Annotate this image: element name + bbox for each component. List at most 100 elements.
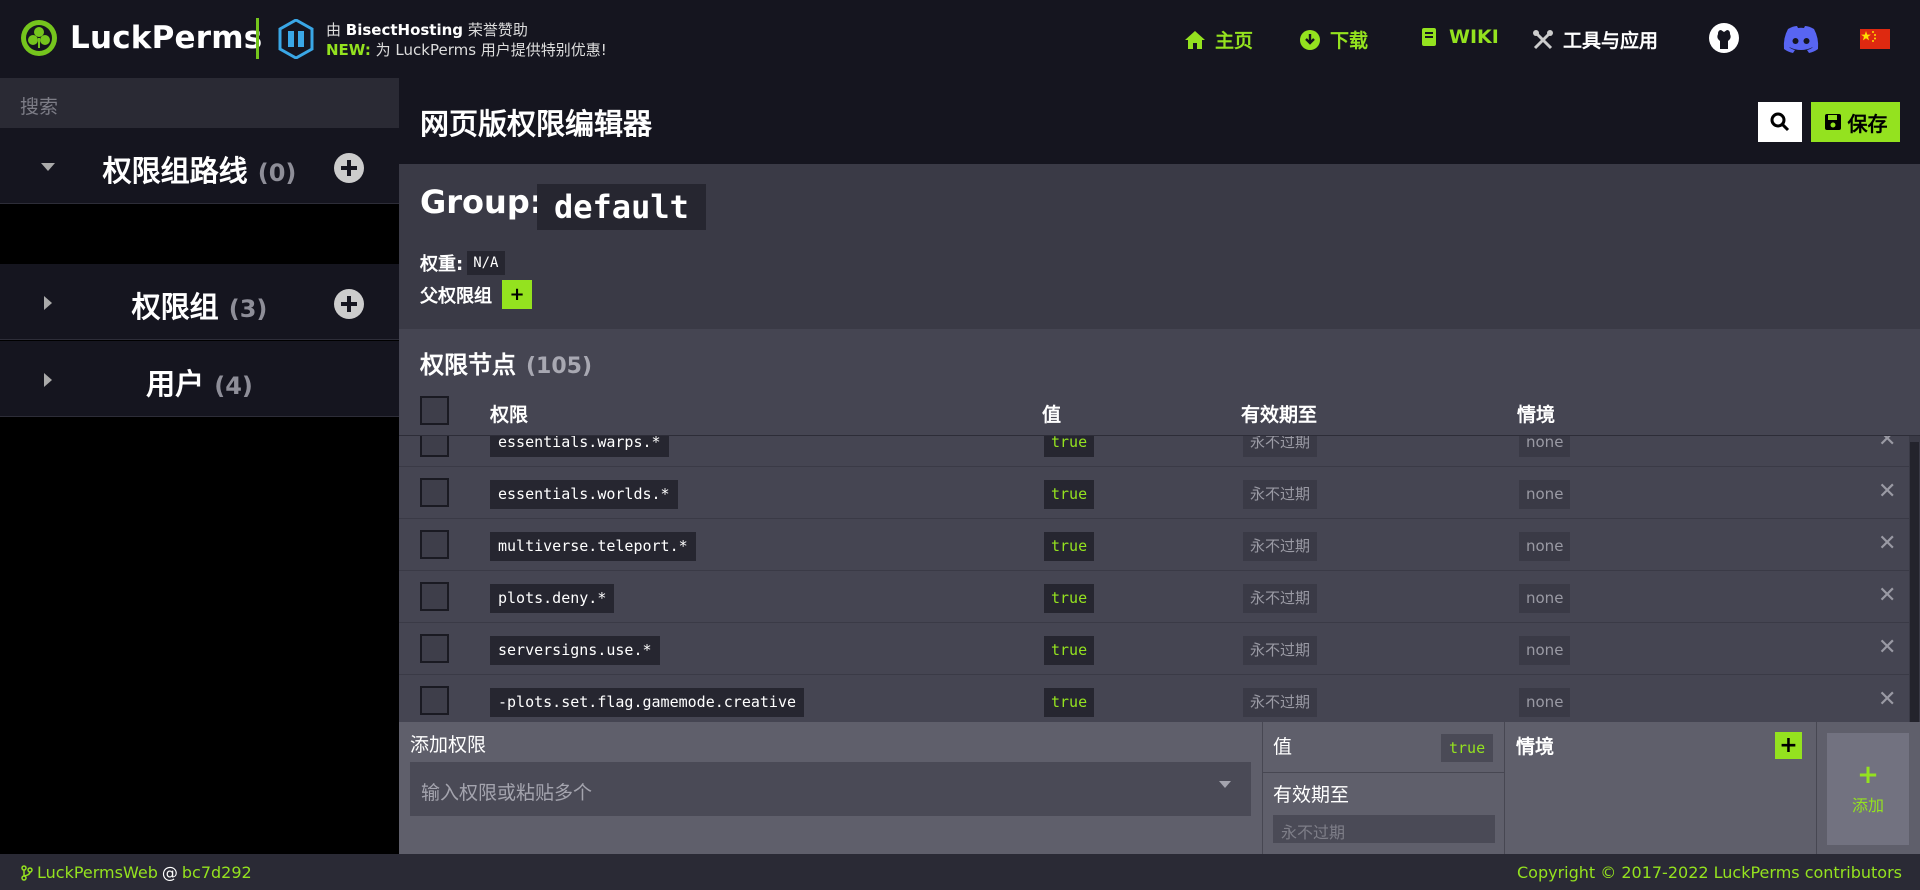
add-circle-icon[interactable] (333, 288, 365, 320)
footer-app-link[interactable]: LuckPermsWeb (37, 863, 158, 882)
delete-icon[interactable]: ✕ (1878, 635, 1896, 660)
expiry-cell[interactable]: 永不过期 (1243, 532, 1318, 561)
permission-cell[interactable]: plots.deny.* (490, 584, 615, 613)
table-row[interactable]: -plots.set.flag.gamemode.creative true 永… (399, 675, 1920, 722)
tools-icon (1533, 29, 1553, 49)
chevron-down-icon[interactable] (1217, 778, 1233, 790)
scrollbar-thumb[interactable] (1910, 442, 1919, 722)
sidebar-section-groups[interactable]: 权限组 (3) (0, 264, 399, 340)
brand-name[interactable]: LuckPerms (70, 20, 262, 56)
parents-row: 父权限组 + (420, 280, 532, 309)
context-cell[interactable]: none (1519, 532, 1571, 561)
github-icon[interactable] (1708, 22, 1740, 54)
expiry-input[interactable]: 永不过期 (1273, 815, 1495, 843)
expiry-cell[interactable]: 永不过期 (1243, 436, 1318, 457)
permission-cell[interactable]: -plots.set.flag.gamemode.creative (490, 688, 805, 717)
value-cell[interactable]: true (1044, 480, 1095, 509)
table-row[interactable]: essentials.worlds.* true 永不过期 none ✕ (399, 467, 1920, 519)
row-checkbox[interactable] (420, 634, 449, 663)
column-context[interactable]: 情境 (1517, 400, 1555, 427)
group-name: default (537, 184, 706, 230)
china-flag-icon[interactable] (1860, 29, 1890, 49)
floppy-disk-icon (1824, 114, 1841, 130)
add-circle-icon[interactable] (333, 152, 365, 184)
value-label: 值 (1273, 736, 1293, 758)
discord-icon[interactable] (1783, 25, 1819, 53)
git-branch-icon (21, 864, 33, 881)
add-permission-bar: 添加权限 输入权限或粘贴多个 值 true 有效期至 永不过期 情境 + + 添… (399, 722, 1920, 854)
expiry-label: 有效期至 (1273, 784, 1350, 806)
divider (1816, 722, 1817, 854)
column-expiry[interactable]: 有效期至 (1241, 400, 1317, 427)
weight-value[interactable]: N/A (467, 251, 505, 275)
editor-main: 网页版权限编辑器 保存 Group: default 权重: N/A 父权限组 … (399, 78, 1920, 854)
delete-icon[interactable]: ✕ (1878, 687, 1896, 712)
value-cell[interactable]: true (1044, 436, 1095, 457)
add-context-button[interactable]: + (1775, 732, 1802, 759)
nav-tools-link[interactable]: 工具与应用 (1532, 26, 1658, 53)
column-value[interactable]: 值 (1042, 400, 1061, 427)
permission-cell[interactable]: serversigns.use.* (490, 636, 660, 665)
sidebar-section-users[interactable]: 用户 (4) (0, 341, 399, 417)
footer: LuckPermsWeb @ bc7d292 Copyright © 2017-… (0, 854, 1920, 890)
expiry-cell[interactable]: 永不过期 (1243, 636, 1318, 665)
row-checkbox[interactable] (420, 686, 449, 715)
home-icon (1185, 30, 1205, 49)
sponsor-offer[interactable]: NEW: 为 LuckPerms 用户提供特别优惠! (326, 39, 607, 60)
table-row[interactable]: essentials.warps.* true 永不过期 none ✕ (399, 436, 1920, 467)
value-expiry-panel: 值 true 有效期至 永不过期 (1262, 722, 1505, 854)
permission-cell[interactable]: essentials.warps.* (490, 436, 669, 457)
value-toggle[interactable]: true (1441, 734, 1494, 762)
context-cell[interactable]: none (1519, 480, 1571, 509)
sponsor-name: BisectHosting (345, 21, 464, 39)
bisecthosting-logo-icon[interactable] (278, 19, 314, 59)
search-button[interactable] (1758, 102, 1802, 142)
sidebar-section-tracks[interactable]: 权限组路线 (0) (0, 128, 399, 204)
luckperms-logo-icon[interactable] (20, 19, 58, 57)
context-cell[interactable]: none (1519, 688, 1571, 717)
top-navbar: LuckPerms 由 BisectHosting 荣誉赞助 NEW: 为 Lu… (0, 0, 1920, 78)
delete-icon[interactable]: ✕ (1878, 479, 1896, 504)
nav-wiki-link[interactable]: WIKI (1418, 26, 1499, 48)
select-all-checkbox[interactable] (420, 396, 449, 425)
expiry-cell[interactable]: 永不过期 (1243, 688, 1318, 717)
add-parent-button[interactable]: + (502, 280, 532, 309)
delete-icon[interactable]: ✕ (1878, 436, 1896, 452)
sidebar-search-input[interactable]: 搜索 (0, 78, 399, 128)
delete-icon[interactable]: ✕ (1878, 583, 1896, 608)
expiry-cell[interactable]: 永不过期 (1243, 584, 1318, 613)
value-cell[interactable]: true (1044, 532, 1095, 561)
table-row[interactable]: plots.deny.* true 永不过期 none ✕ (399, 571, 1920, 623)
table-row[interactable]: serversigns.use.* true 永不过期 none ✕ (399, 623, 1920, 675)
delete-icon[interactable]: ✕ (1878, 531, 1896, 556)
permission-cell[interactable]: essentials.worlds.* (490, 480, 678, 509)
row-checkbox[interactable] (420, 478, 449, 507)
permission-input[interactable]: 输入权限或粘贴多个 (410, 762, 1251, 816)
row-checkbox[interactable] (420, 530, 449, 559)
value-cell[interactable]: true (1044, 636, 1095, 665)
context-cell[interactable]: none (1519, 436, 1571, 457)
search-icon (1770, 112, 1790, 132)
nav-download-link[interactable]: 下载 (1299, 26, 1368, 53)
row-checkbox[interactable] (420, 582, 449, 611)
value-cell[interactable]: true (1044, 584, 1095, 613)
add-permission-button[interactable]: + 添加 (1827, 733, 1909, 845)
expiry-cell[interactable]: 永不过期 (1243, 480, 1318, 509)
permission-cell[interactable]: multiverse.teleport.* (490, 532, 696, 561)
nav-home-link[interactable]: 主页 (1184, 26, 1253, 53)
column-permission[interactable]: 权限 (490, 400, 528, 427)
footer-commit-link[interactable]: bc7d292 (182, 863, 252, 882)
nodes-title: 权限节点 (105) (420, 345, 592, 380)
sponsor-text[interactable]: 由 BisectHosting 荣誉赞助 (326, 19, 528, 40)
save-button[interactable]: 保存 (1811, 102, 1900, 142)
book-icon (1422, 28, 1436, 46)
row-checkbox[interactable] (420, 436, 449, 457)
footer-copyright[interactable]: Copyright © 2017-2022 LuckPerms contribu… (1517, 863, 1902, 882)
value-cell[interactable]: true (1044, 688, 1095, 717)
weight-row: 权重: N/A (420, 250, 505, 276)
weight-label: 权重: (420, 254, 464, 275)
context-cell[interactable]: none (1519, 584, 1571, 613)
context-cell[interactable]: none (1519, 636, 1571, 665)
table-row[interactable]: multiverse.teleport.* true 永不过期 none ✕ (399, 519, 1920, 571)
sidebar-section-title: 用户 (4) (0, 361, 399, 403)
